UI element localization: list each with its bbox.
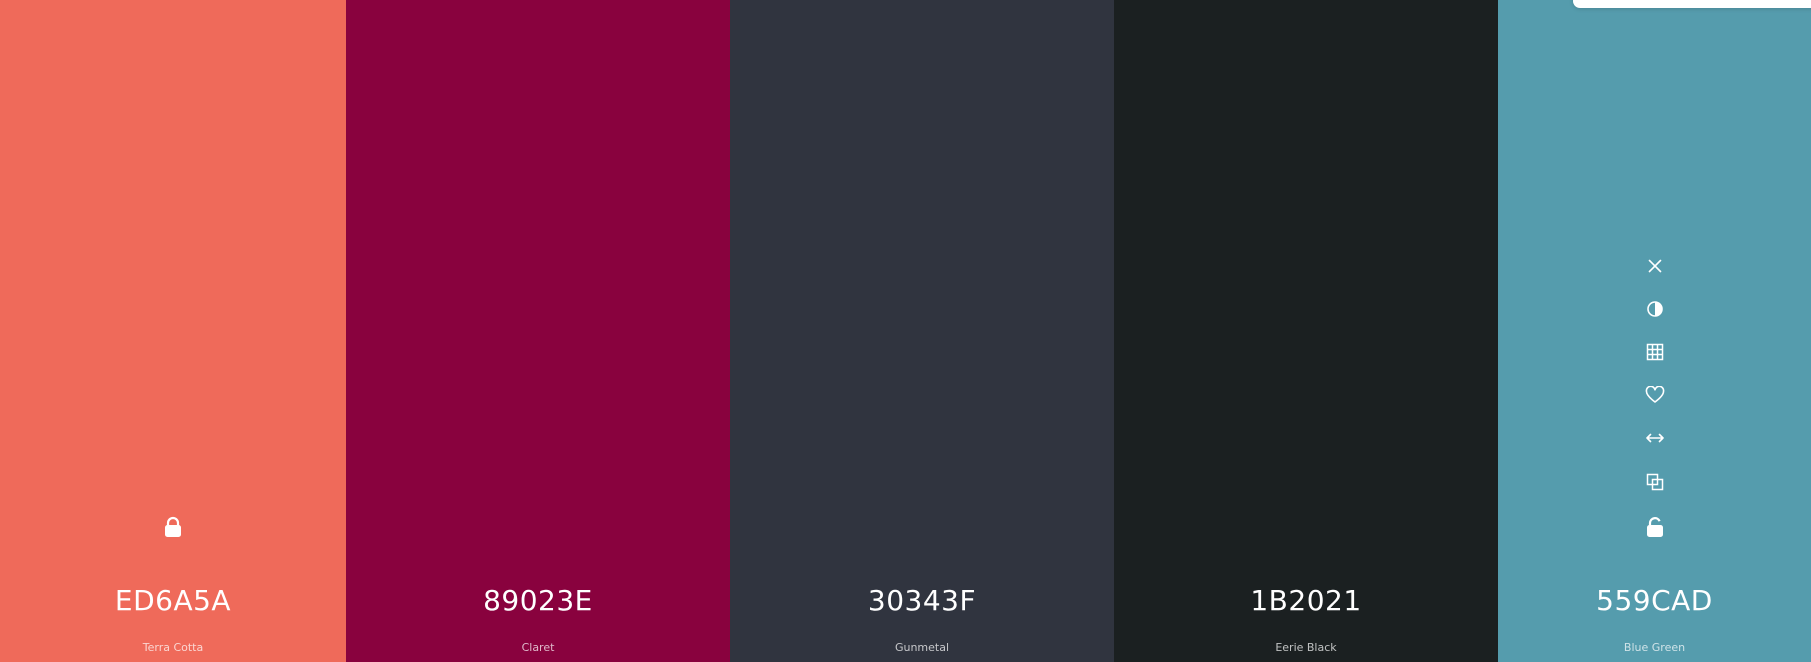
- swatch-blue-green[interactable]: 559CAD Blue Green: [1498, 0, 1811, 662]
- swatch-toolbar: [1498, 254, 1811, 544]
- hex-code[interactable]: 30343F: [730, 584, 1114, 617]
- shades-grid-icon[interactable]: [1643, 340, 1667, 364]
- color-name[interactable]: Terra Cotta: [0, 641, 346, 654]
- swatch-eerie-black[interactable]: 1B2021 Eerie Black: [1114, 0, 1498, 662]
- swatch-claret[interactable]: 89023E Claret: [346, 0, 730, 662]
- heart-icon[interactable]: [1643, 383, 1667, 407]
- unlock-icon[interactable]: [1643, 515, 1667, 539]
- lock-icon[interactable]: [161, 515, 185, 539]
- hex-code[interactable]: 1B2021: [1114, 584, 1498, 617]
- drag-arrows-icon[interactable]: [1643, 426, 1667, 450]
- color-palette: ED6A5A Terra Cotta 89023E Claret 30343F …: [0, 0, 1811, 662]
- hex-code[interactable]: 559CAD: [1498, 584, 1811, 617]
- color-name[interactable]: Blue Green: [1498, 641, 1811, 654]
- close-icon[interactable]: [1643, 254, 1667, 278]
- swatch-gunmetal[interactable]: 30343F Gunmetal: [730, 0, 1114, 662]
- hex-code[interactable]: 89023E: [346, 584, 730, 617]
- color-name[interactable]: Gunmetal: [730, 641, 1114, 654]
- popup-panel: [1573, 0, 1811, 8]
- color-name[interactable]: Eerie Black: [1114, 641, 1498, 654]
- copy-icon[interactable]: [1643, 470, 1667, 494]
- color-name[interactable]: Claret: [346, 641, 730, 654]
- swatch-terra-cotta[interactable]: ED6A5A Terra Cotta: [0, 0, 346, 662]
- contrast-icon[interactable]: [1643, 297, 1667, 321]
- hex-code[interactable]: ED6A5A: [0, 584, 346, 617]
